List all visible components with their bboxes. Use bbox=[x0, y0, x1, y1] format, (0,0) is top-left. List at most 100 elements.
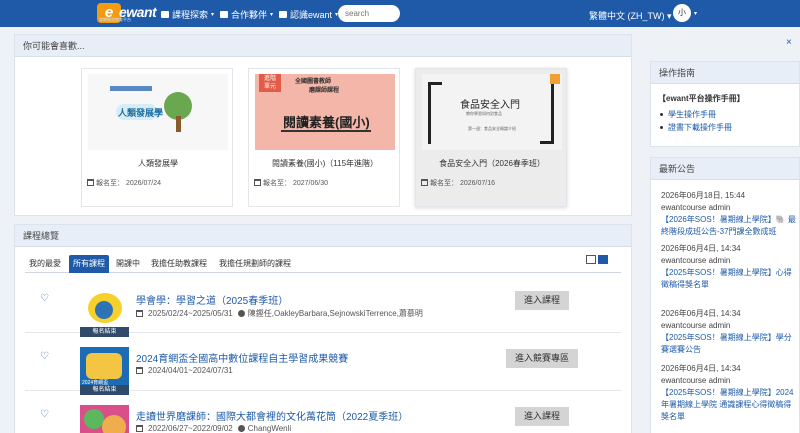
logo-subtitle: 育網開放教育平台 bbox=[99, 17, 131, 22]
course-thumbnail[interactable]: 2024育網盃 報名結束 bbox=[80, 347, 129, 395]
news-time: 2026年06月4日, 14:34 bbox=[661, 364, 741, 373]
news-item: 2026年06月4日, 14:34 ewantcourse admin 【202… bbox=[661, 243, 799, 291]
news-author: ewantcourse admin bbox=[661, 256, 731, 265]
heart-icon[interactable]: ♡ bbox=[40, 409, 49, 420]
chevron-down-icon: ▾ bbox=[211, 12, 215, 18]
recommend-heading: 你可能會喜歡... bbox=[15, 35, 631, 57]
recommend-panel: 你可能會喜歡... 人類發展學 人類發展學 報名至： 2026/07/24 進階… bbox=[14, 34, 632, 216]
chevron-down-icon[interactable]: ▾ bbox=[694, 10, 697, 17]
corner-icon bbox=[550, 74, 560, 84]
thumbnail-text: 閱讀素養(國小) bbox=[283, 115, 370, 130]
tab-ongoing[interactable]: 開課中 bbox=[112, 255, 144, 273]
course-title-link[interactable]: 學會學：學習之道（2025春季班） bbox=[136, 292, 288, 307]
enter-competition-button[interactable]: 進入競賽專區 bbox=[506, 349, 579, 368]
recommend-card[interactable]: 食品安全入門 教你學習如何對食品 第一週：食品安全概論介紹 食品安全入門（202… bbox=[415, 68, 567, 207]
avatar[interactable]: 小 bbox=[673, 4, 691, 22]
card-date: 報名至： 2026/07/16 bbox=[421, 178, 495, 188]
course-thumbnail[interactable] bbox=[80, 405, 129, 433]
thumbnail-text: 教你學習如何對食品 bbox=[466, 111, 502, 116]
nav-item-label: 認識ewant bbox=[290, 10, 333, 20]
course-thumbnail[interactable]: 報名結束 bbox=[80, 289, 129, 337]
list-item: ♡ 報名結束 學會學：學習之道（2025春季班） 2025/02/24~2025… bbox=[25, 275, 621, 337]
recommend-card[interactable]: 人類發展學 人類發展學 報名至： 2026/07/24 bbox=[81, 68, 233, 207]
thumbnail-text: 磨課師課程 bbox=[309, 88, 340, 94]
course-thumbnail: 進階 單元 全國圖書教師 磨課師課程 閱讀素養(國小) bbox=[255, 74, 395, 150]
list-item: ♡ 2024育網盃 報名結束 2024育網盃全國高中數位課程自主學習成果競賽 2… bbox=[25, 333, 621, 395]
info-icon bbox=[279, 11, 287, 18]
news-item: 2026年06月4日, 14:34 ewantcourse admin 【202… bbox=[661, 363, 799, 423]
news-title-link[interactable]: 【2025年SOS！暑期線上學院】學分賽選賽公告 bbox=[661, 332, 799, 356]
course-title-link[interactable]: 2024育網盃全國高中數位課程自主學習成果競賽 bbox=[136, 350, 348, 365]
bullet-icon bbox=[660, 126, 663, 129]
calendar-icon bbox=[87, 179, 94, 186]
tab-planner-courses[interactable]: 我擔任規劃師的課程 bbox=[215, 255, 295, 273]
guide-panel: 操作指南 【ewant平台操作手冊】 學生操作手冊 證書下載操作手冊 bbox=[650, 61, 800, 147]
grid-view-icon[interactable] bbox=[586, 255, 596, 264]
language-selector[interactable]: 繁體中文 (ZH_TW) ▾ bbox=[589, 9, 672, 22]
nav-partners[interactable]: 合作夥伴 ▾ bbox=[220, 8, 273, 21]
course-meta: 2022/06/27~2022/09/02 ChangWenli bbox=[136, 424, 291, 433]
tab-all-courses[interactable]: 所有課程 bbox=[69, 255, 109, 273]
school-logo bbox=[110, 86, 152, 91]
card-date: 報名至： 2027/06/30 bbox=[254, 178, 328, 188]
level-badge: 進階 單元 bbox=[259, 74, 281, 92]
news-title-link[interactable]: 【2025年SOS！暑期線上學院】2024年暑期線上學院 通識課程心得徵稿得獎名… bbox=[661, 387, 799, 423]
news-author: ewantcourse admin bbox=[661, 203, 731, 212]
ewant-logo[interactable]: e ewant 育網開放教育平台 bbox=[97, 3, 157, 23]
list-item: ♡ 走讀世界磨課師：國際大都會裡的文化萬花筒（2022夏季班） 2022/06/… bbox=[25, 391, 621, 433]
news-author: ewantcourse admin bbox=[661, 321, 731, 330]
guide-heading: 操作指南 bbox=[651, 62, 799, 84]
list-view-icon[interactable] bbox=[598, 255, 608, 264]
guide-section-title: 【ewant平台操作手冊】 bbox=[658, 94, 745, 103]
tab-ta-courses[interactable]: 我擔任助教課程 bbox=[147, 255, 211, 273]
calendar-icon bbox=[136, 310, 143, 317]
news-panel: 最新公告 2026年06月18日, 15:44 ewantcourse admi… bbox=[650, 157, 800, 433]
calendar-icon bbox=[421, 179, 428, 186]
close-icon[interactable]: × bbox=[786, 37, 792, 48]
course-title-link[interactable]: 走讀世界磨課師：國際大都會裡的文化萬花筒（2022夏季班） bbox=[136, 408, 408, 423]
news-title-link[interactable]: 【2025年SOS！暑期線上學院】心得徵稿得獎名單 bbox=[661, 267, 799, 291]
course-overview-panel: 課程總覽 我的最愛 所有課程 開課中 我擔任助教課程 我擔任規劃師的課程 ♡ 報… bbox=[14, 224, 632, 433]
course-meta: 2024/04/01~2024/07/31 bbox=[136, 366, 233, 375]
enter-course-button[interactable]: 進入課程 bbox=[515, 407, 570, 426]
card-title: 閱讀素養(國小)（115年進階） bbox=[271, 159, 379, 168]
news-time: 2026年06月4日, 14:34 bbox=[661, 309, 741, 318]
thumbnail-text: 食品安全入門 bbox=[460, 100, 520, 111]
user-icon bbox=[237, 310, 245, 317]
bullet-icon bbox=[660, 113, 663, 116]
card-title: 人類發展學 bbox=[138, 159, 178, 168]
top-navbar: e ewant 育網開放教育平台 課程探索 ▾ 合作夥伴 ▾ 認識ewant ▾… bbox=[0, 0, 800, 27]
news-heading: 最新公告 bbox=[651, 158, 799, 180]
heart-icon[interactable]: ♡ bbox=[40, 351, 49, 362]
news-title-link[interactable]: 【2026年SOS！暑期線上學院】🐘 最終階段成班公告-37門課全數成班 bbox=[661, 214, 799, 238]
nav-course-explore[interactable]: 課程探索 ▾ bbox=[161, 8, 214, 21]
chevron-down-icon: ▾ bbox=[270, 12, 274, 18]
calendar-icon bbox=[136, 367, 143, 374]
enter-course-button[interactable]: 進入課程 bbox=[515, 291, 570, 310]
nav-item-label: 課程探索 bbox=[172, 10, 209, 20]
nav-item-label: 合作夥伴 bbox=[231, 10, 268, 20]
overview-heading: 課程總覽 bbox=[15, 225, 631, 247]
news-item: 2026年06月4日, 14:34 ewantcourse admin 【202… bbox=[661, 308, 799, 356]
student-manual-link[interactable]: 學生操作手冊 bbox=[668, 109, 716, 120]
course-meta: 2025/02/24~2025/05/31 陳鏗任,OakleyBarbara,… bbox=[136, 308, 423, 319]
recommend-card[interactable]: 進階 單元 全國圖書教師 磨課師課程 閱讀素養(國小) 閱讀素養(國小)（115年… bbox=[248, 68, 400, 207]
briefcase-icon bbox=[220, 11, 228, 18]
course-thumbnail: 人類發展學 bbox=[88, 74, 228, 150]
news-author: ewantcourse admin bbox=[661, 376, 731, 385]
card-date: 報名至： 2026/07/24 bbox=[87, 178, 161, 188]
nav-about-ewant[interactable]: 認識ewant ▾ bbox=[279, 8, 338, 21]
certificate-manual-link[interactable]: 證書下載操作手冊 bbox=[668, 122, 732, 133]
news-item: 2026年06月18日, 15:44 ewantcourse admin 【20… bbox=[661, 190, 799, 238]
thumbnail-text: 第一週：食品安全概論介紹 bbox=[468, 126, 516, 131]
news-time: 2026年06月4日, 14:34 bbox=[661, 244, 741, 253]
book-icon bbox=[161, 11, 169, 18]
search-input[interactable] bbox=[338, 5, 400, 22]
calendar-icon bbox=[136, 425, 143, 432]
course-thumbnail: 食品安全入門 教你學習如何對食品 第一週：食品安全概論介紹 bbox=[422, 74, 562, 150]
card-title: 食品安全入門（2026春季班） bbox=[439, 159, 545, 168]
calendar-icon bbox=[254, 179, 261, 186]
tab-favorites[interactable]: 我的最愛 bbox=[25, 255, 65, 273]
heart-icon[interactable]: ♡ bbox=[40, 293, 49, 304]
news-time: 2026年06月18日, 15:44 bbox=[661, 191, 746, 200]
